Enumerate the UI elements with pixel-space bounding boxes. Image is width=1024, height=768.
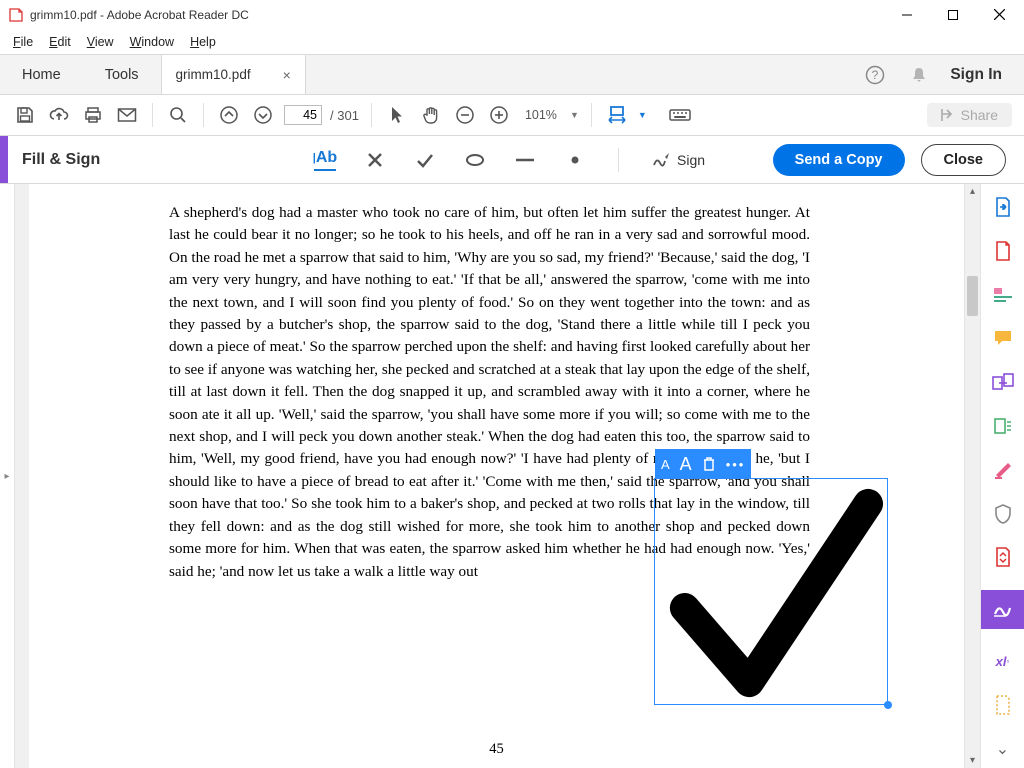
compress-pdf-icon[interactable] — [991, 547, 1015, 569]
tab-tools[interactable]: Tools — [83, 55, 161, 94]
protect-icon[interactable] — [991, 503, 1015, 525]
zoom-dropdown-icon[interactable]: ▼ — [570, 110, 579, 120]
app-icon — [8, 7, 24, 23]
more-tools-icon[interactable]: xl▫ — [991, 651, 1015, 673]
main-toolbar: / 301 101% ▼ ▼ Share — [0, 95, 1024, 136]
resize-handle[interactable] — [884, 701, 892, 709]
vertical-scrollbar[interactable]: ▴ ▾ — [964, 184, 980, 768]
send-copy-button[interactable]: Send a Copy — [773, 144, 905, 176]
close-window-button[interactable] — [976, 0, 1022, 30]
window-titlebar: grimm10.pdf - Adobe Acrobat Reader DC — [0, 0, 1024, 30]
scroll-thumb[interactable] — [967, 276, 978, 316]
zoom-in-icon[interactable] — [486, 102, 512, 128]
work-area: ▸ A shepherd's dog had a master who took… — [0, 184, 1024, 768]
cross-mark-tool[interactable] — [364, 149, 386, 171]
scroll-up-arrow[interactable]: ▴ — [965, 186, 980, 197]
fill-sign-bar: Fill & Sign |Ab Sign Send a Copy Close — [0, 136, 1024, 184]
page-number: 45 — [29, 741, 964, 758]
scroll-down-arrow[interactable]: ▾ — [965, 755, 980, 766]
redact-icon[interactable] — [991, 459, 1015, 481]
tabs-row: Home Tools grimm10.pdf × ? Sign In — [0, 54, 1024, 95]
minimize-button[interactable] — [884, 0, 930, 30]
menu-help[interactable]: Help — [183, 33, 223, 51]
text-smaller-icon[interactable]: A — [661, 457, 670, 472]
organize-pages-icon[interactable] — [991, 415, 1015, 437]
combine-files-icon[interactable] — [991, 371, 1015, 393]
edit-pdf-icon[interactable] — [991, 284, 1015, 306]
check-mark-tool[interactable] — [414, 149, 436, 171]
page-down-icon[interactable] — [250, 102, 276, 128]
page-up-icon[interactable] — [216, 102, 242, 128]
menu-bar: File Edit View Window Help — [0, 30, 1024, 54]
annotation-toolbar: A A ••• — [655, 449, 751, 479]
right-tools-panel: xl▫ ⌄ — [980, 184, 1024, 768]
page-total: / 301 — [330, 108, 359, 123]
circle-tool[interactable] — [464, 149, 486, 171]
document-pane[interactable]: A shepherd's dog had a master who took n… — [15, 184, 964, 768]
mail-icon[interactable] — [114, 102, 140, 128]
add-text-tool[interactable]: |Ab — [314, 149, 336, 171]
left-gutter-expand[interactable]: ▸ — [0, 184, 15, 768]
close-fillsign-button[interactable]: Close — [921, 144, 1007, 176]
fit-dropdown-icon[interactable]: ▼ — [638, 110, 647, 120]
zoom-level[interactable]: 101% — [520, 107, 562, 123]
line-tool[interactable] — [514, 149, 536, 171]
help-icon[interactable]: ? — [862, 62, 888, 88]
hand-pan-icon[interactable] — [418, 102, 444, 128]
tab-document[interactable]: grimm10.pdf × — [161, 55, 306, 94]
cloud-upload-icon[interactable] — [46, 102, 72, 128]
comment-icon[interactable] — [991, 327, 1015, 349]
sign-label: Sign — [677, 152, 705, 168]
keyboard-icon[interactable] — [667, 102, 693, 128]
create-pdf-icon[interactable] — [991, 240, 1015, 262]
svg-text:?: ? — [872, 68, 879, 82]
text-larger-icon[interactable]: A — [680, 454, 692, 475]
page-number-input[interactable] — [284, 105, 322, 125]
fill-sign-panel-icon[interactable] — [981, 590, 1024, 628]
document-page: A shepherd's dog had a master who took n… — [29, 184, 964, 768]
save-icon[interactable] — [12, 102, 38, 128]
tab-document-label: grimm10.pdf — [176, 67, 251, 82]
delete-annotation-icon[interactable] — [702, 456, 716, 472]
export-pdf-icon[interactable] — [991, 196, 1015, 218]
sign-tool[interactable]: Sign — [651, 149, 705, 171]
print-icon[interactable] — [80, 102, 106, 128]
maximize-button[interactable] — [930, 0, 976, 30]
bell-icon[interactable] — [906, 62, 932, 88]
menu-edit[interactable]: Edit — [42, 33, 78, 51]
checkmark-icon — [655, 479, 887, 704]
fill-sign-title: Fill & Sign — [22, 151, 100, 169]
share-button[interactable]: Share — [927, 103, 1012, 127]
fill-sign-accent — [0, 136, 8, 183]
menu-view[interactable]: View — [80, 33, 121, 51]
share-label: Share — [961, 107, 998, 123]
dot-tool[interactable] — [564, 149, 586, 171]
menu-file[interactable]: File — [6, 33, 40, 51]
more-annotation-icon[interactable]: ••• — [726, 457, 746, 472]
panel-collapse-icon[interactable]: ⌄ — [991, 738, 1015, 760]
window-title: grimm10.pdf - Adobe Acrobat Reader DC — [30, 8, 249, 22]
selection-arrow-icon[interactable] — [384, 102, 410, 128]
checkmark-annotation[interactable]: A A ••• — [654, 478, 888, 705]
convert-icon[interactable] — [991, 694, 1015, 716]
sign-in-link[interactable]: Sign In — [950, 66, 1002, 84]
zoom-out-icon[interactable] — [452, 102, 478, 128]
close-tab-icon[interactable]: × — [283, 67, 291, 83]
zoom-icon[interactable] — [165, 102, 191, 128]
fit-width-icon[interactable] — [604, 102, 630, 128]
menu-window[interactable]: Window — [123, 33, 181, 51]
tab-home[interactable]: Home — [0, 55, 83, 94]
